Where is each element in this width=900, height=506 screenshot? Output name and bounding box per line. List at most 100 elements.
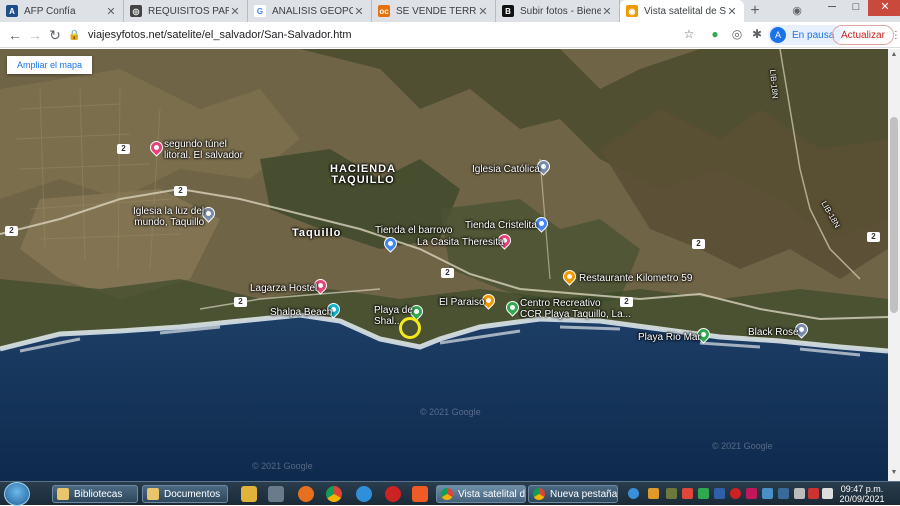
tray-app-icon[interactable] [730, 488, 741, 499]
internet-explorer-icon[interactable] [356, 486, 372, 502]
tab-title: Vista satelital de San Salvador [644, 5, 726, 17]
place-label[interactable]: Lagarza Hostel [250, 283, 317, 294]
place-label[interactable]: El Paraiso [439, 297, 485, 308]
update-label: Actualizar [841, 29, 885, 41]
tray-app-icon[interactable] [762, 488, 773, 499]
tray-app-icon[interactable] [714, 488, 725, 499]
lock-icon[interactable]: 🔒 [68, 30, 82, 41]
place-label[interactable]: Tienda Cristelita [465, 220, 537, 231]
taskbar-button-bibliotecas[interactable]: Bibliotecas [52, 485, 138, 503]
taskbar-button-label: Nueva pestaña - ... [550, 488, 618, 500]
chrome-icon[interactable] [326, 486, 342, 502]
scrollbar-thumb[interactable] [890, 117, 898, 313]
tab-favicon: ◉ [626, 5, 638, 17]
place-label: Black Rose [748, 327, 799, 338]
tab-title: SE VENDE TERRENO OPORT [396, 5, 477, 17]
firefox-icon[interactable] [298, 486, 314, 502]
taskbar-clock[interactable]: 09:47 p.m. 20/09/2021 [832, 484, 892, 504]
tab-5-active[interactable]: ◉ Vista satelital de San Salvador ✕ [620, 0, 744, 22]
tab-favicon: G [254, 5, 266, 17]
media-player-icon[interactable] [241, 486, 257, 502]
tab-title: Subir fotos - BienesOnline [520, 5, 601, 17]
expand-map-button[interactable]: Ampliar el mapa [7, 56, 93, 74]
road-shield: 2 [234, 297, 247, 307]
window-close-icon[interactable]: ✕ [868, 0, 900, 16]
network-icon[interactable] [794, 488, 805, 499]
taskbar-button-label: Bibliotecas [74, 488, 123, 500]
place-label[interactable]: La Casita Theresita [417, 237, 504, 248]
place-label[interactable]: Restaurante Kilometro 59 [579, 273, 692, 284]
place-label[interactable]: Tienda el barrovo [375, 225, 452, 236]
tab-1[interactable]: ◎ REQUISITOS PARA INICIAR ✕ [124, 0, 248, 22]
page-scrollbar[interactable]: ▲ ▼ [888, 49, 900, 481]
extension-icon[interactable]: ◎ [728, 25, 746, 43]
place-label[interactable]: segundo túnel litoral. El salvador [164, 139, 243, 161]
address-bar[interactable]: 🔒 viajesyfotos.net/satelite/el_salvador/… [68, 24, 672, 46]
copyright-watermark: © 2021 Google [420, 407, 481, 417]
taskbar-button-label: Vista satelital de ... [458, 488, 526, 500]
folder-icon [147, 488, 159, 500]
avatar: A [770, 27, 786, 43]
tab-4[interactable]: B Subir fotos - BienesOnline ✕ [496, 0, 620, 22]
reload-icon[interactable]: ↻ [44, 24, 66, 46]
close-icon[interactable]: ✕ [726, 5, 738, 18]
update-button[interactable]: Actualizar ⋮ [832, 25, 900, 45]
tab-favicon: oc [378, 5, 390, 17]
extensions-puzzle-icon[interactable]: ✱ [748, 25, 766, 43]
tab-title: REQUISITOS PARA INICIAR [148, 5, 229, 17]
clock-time: 09:47 p.m. [840, 484, 884, 494]
help-icon[interactable] [628, 488, 639, 499]
minimize-icon[interactable]: ─ [820, 0, 844, 16]
tray-app-icon[interactable] [778, 488, 789, 499]
close-icon[interactable]: ✕ [353, 5, 365, 18]
grammarly-extension-icon[interactable]: ● [706, 25, 724, 43]
opera-icon[interactable] [385, 486, 401, 502]
taskbar-button-documentos[interactable]: Documentos [142, 485, 228, 503]
start-button[interactable] [4, 482, 30, 506]
more-vert-icon: ⋮ [890, 29, 900, 41]
tray-alert-icon[interactable] [808, 488, 819, 499]
scroll-down-icon[interactable]: ▼ [890, 469, 898, 476]
tray-app-icon[interactable] [666, 488, 677, 499]
scroll-up-icon[interactable]: ▲ [890, 51, 898, 58]
road-shield: 2 [117, 144, 130, 154]
forward-icon[interactable]: → [24, 24, 46, 46]
tray-app-icon[interactable] [648, 488, 659, 499]
place-label[interactable]: Iglesia Católica [472, 164, 540, 175]
tray-app-icon[interactable] [698, 488, 709, 499]
app-icon[interactable] [268, 486, 284, 502]
tab-title: AFP Confía [24, 5, 76, 17]
close-icon[interactable]: ✕ [229, 5, 241, 18]
new-tab-button[interactable]: + [744, 0, 766, 22]
close-icon[interactable]: ✕ [477, 5, 489, 18]
close-icon[interactable]: ✕ [105, 5, 117, 18]
tab-title: ANALISIS GEOPOLITICO [272, 5, 353, 17]
tray-app-icon[interactable] [746, 488, 757, 499]
bookmark-star-icon[interactable]: ☆ [680, 25, 698, 43]
area-label-hacienda-taquillo: HACIENDA TAQUILLO [330, 163, 397, 186]
place-label[interactable]: Shalpa Beach [270, 307, 332, 318]
window-controls: ─ □ ✕ [820, 0, 900, 16]
profile-menu-icon[interactable]: ◉ [786, 0, 808, 22]
close-icon[interactable]: ✕ [601, 5, 613, 18]
taskbar-button-chrome-window[interactable]: Vista satelital de ... [436, 485, 526, 503]
tab-0[interactable]: A AFP Confía ✕ [0, 0, 124, 22]
tab-3[interactable]: oc SE VENDE TERRENO OPORT ✕ [372, 0, 496, 22]
copyright-watermark: © 2021 Google [712, 441, 773, 451]
tab-2[interactable]: G ANALISIS GEOPOLITICO ✕ [248, 0, 372, 22]
place-label[interactable]: Centro Recreativo CCR Playa Taquillo, La… [520, 298, 631, 320]
tab-favicon: A [6, 5, 18, 17]
windows-taskbar: Bibliotecas Documentos Vista satelital d… [0, 481, 900, 506]
satellite-map[interactable]: Ampliar el mapa HACIENDA TAQUILLO Taquil… [0, 49, 888, 481]
highlight-marker [399, 317, 421, 339]
url-text: viajesyfotos.net/satelite/el_salvador/Sa… [88, 29, 352, 41]
back-icon[interactable]: ← [4, 24, 26, 46]
maximize-icon[interactable]: □ [844, 0, 868, 16]
taskbar-button-new-tab[interactable]: Nueva pestaña - ... [528, 485, 618, 503]
brave-icon[interactable] [412, 486, 428, 502]
browser-toolbar: ← → ↻ 🔒 viajesyfotos.net/satelite/el_sal… [0, 22, 900, 48]
place-label[interactable]: Iglesia la luz del mundo, Taquillo [133, 206, 204, 228]
tray-app-icon[interactable] [682, 488, 693, 499]
place-label[interactable]: Playa Rio Mar [638, 332, 701, 343]
tab-strip: A AFP Confía ✕ ◎ REQUISITOS PARA INICIAR… [0, 0, 900, 22]
